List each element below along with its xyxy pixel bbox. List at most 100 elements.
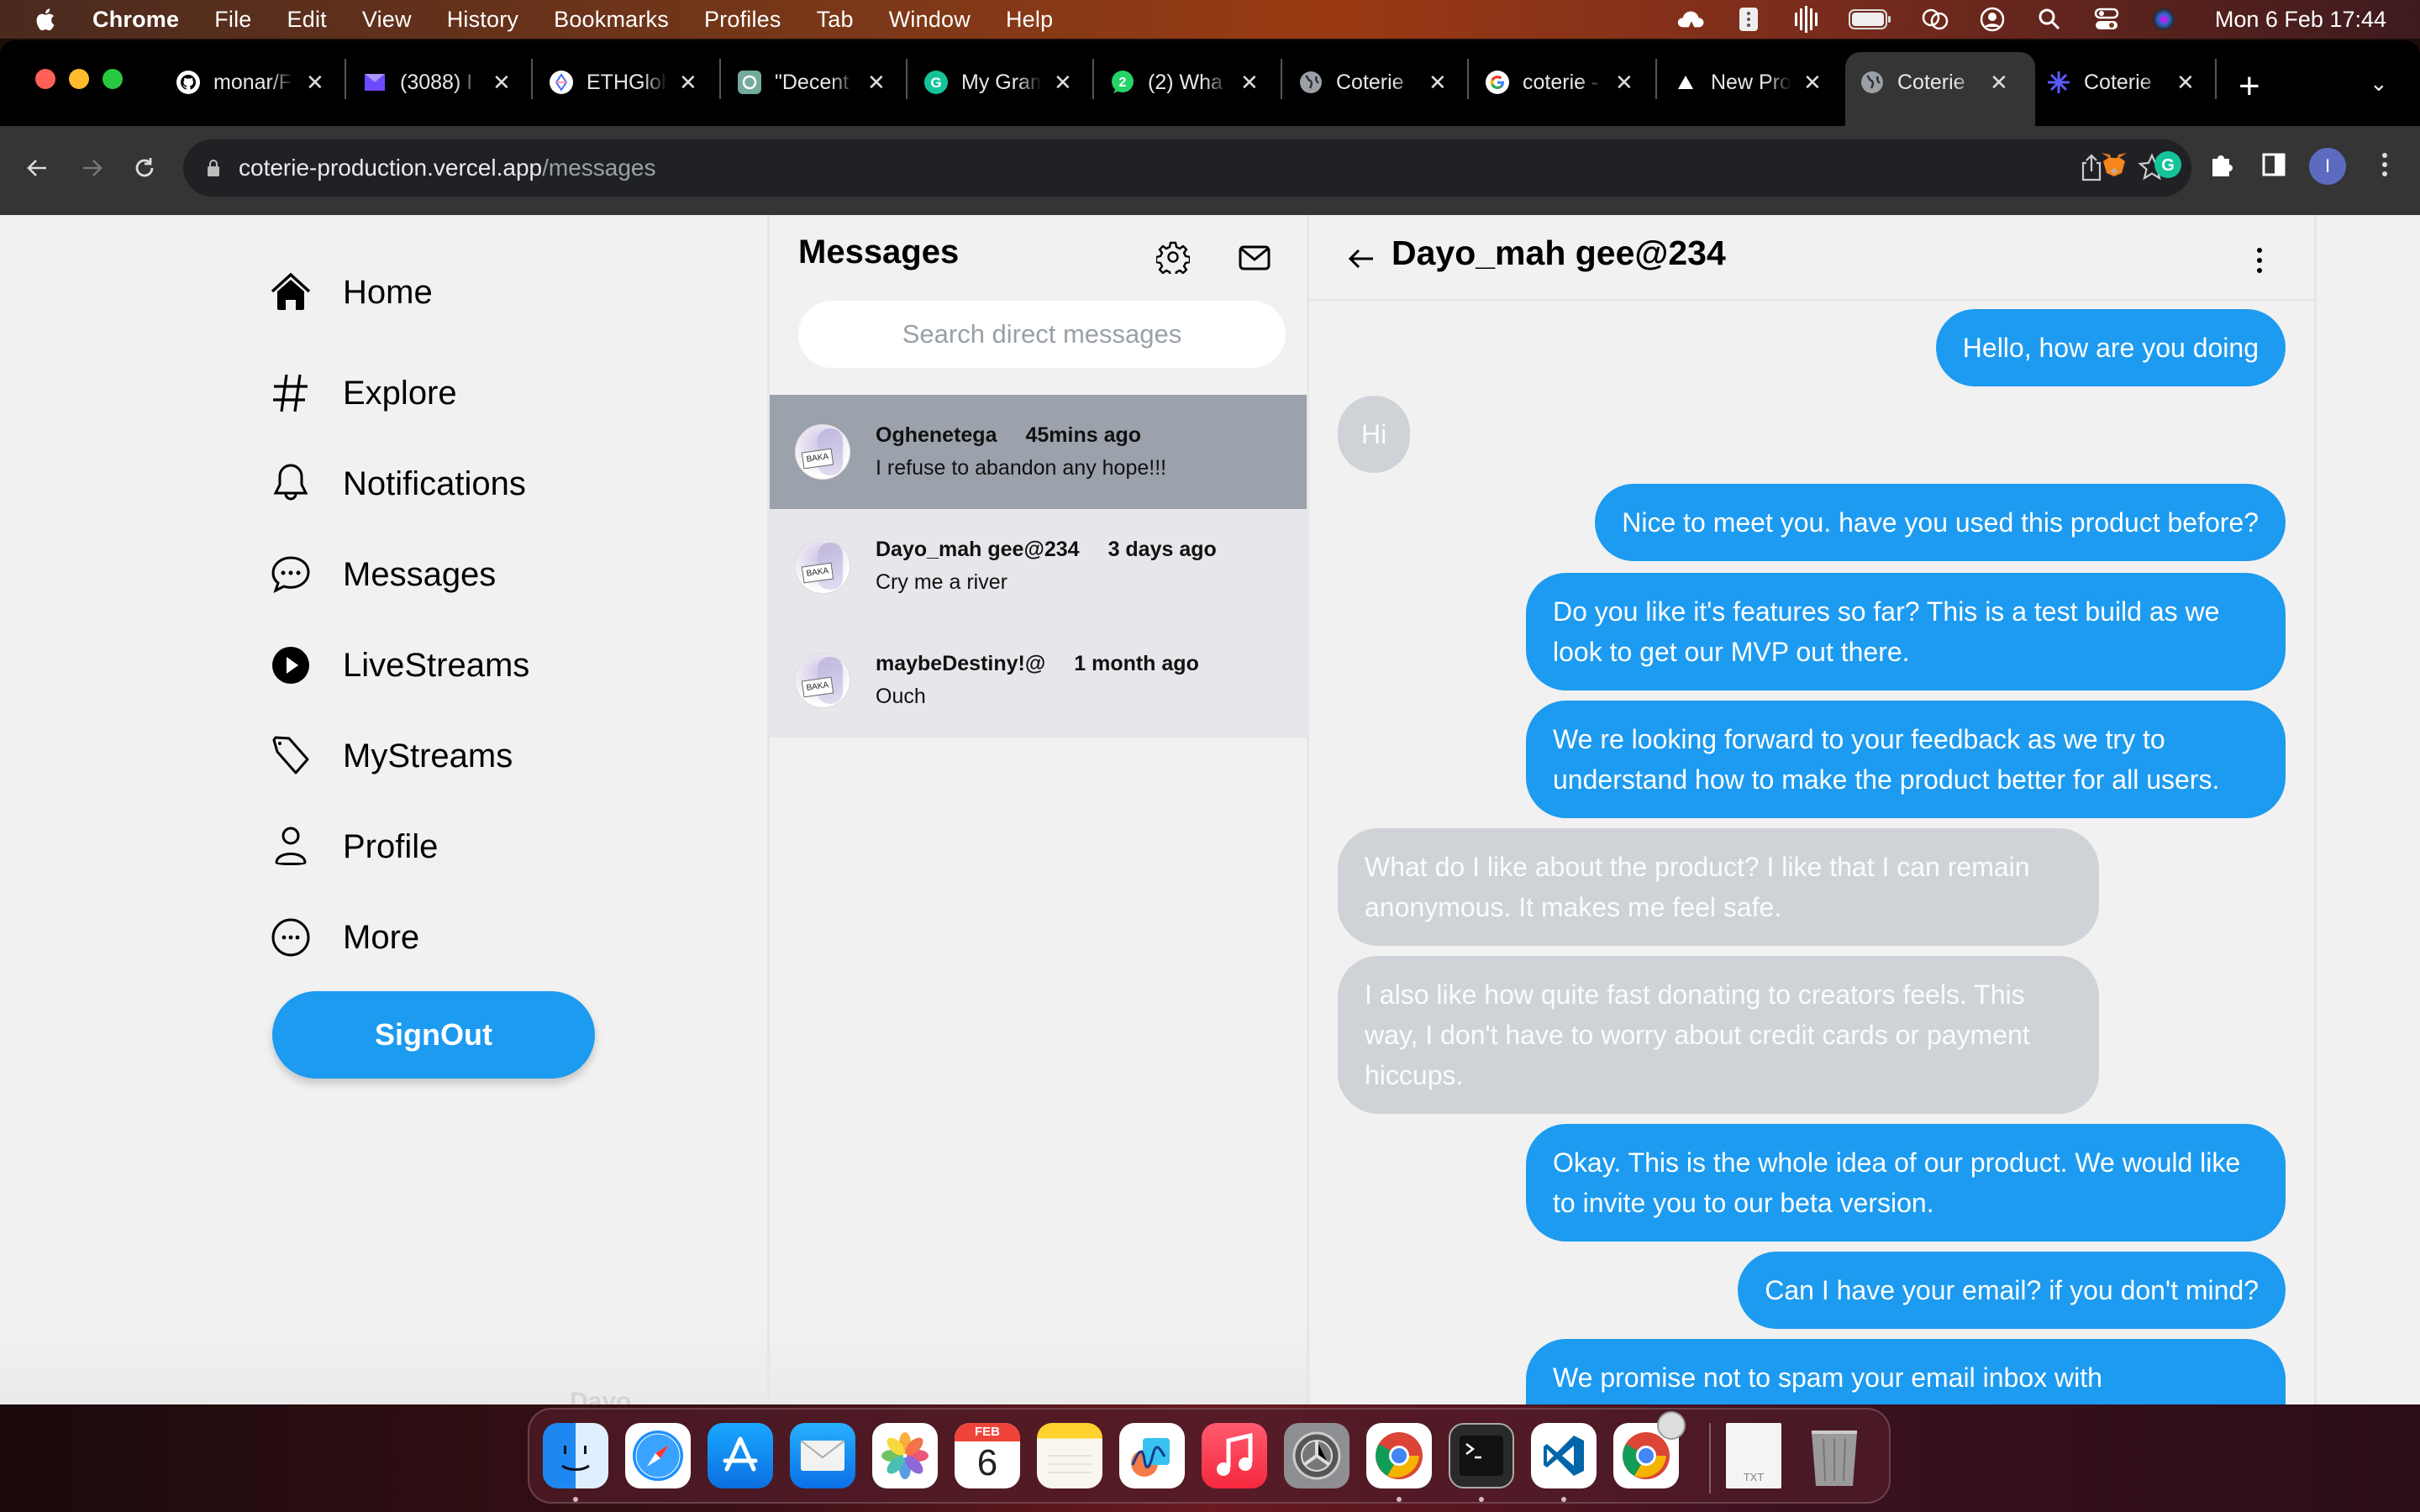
dock-system-settings-icon[interactable] [1284, 1423, 1349, 1488]
tab-vercel[interactable]: New Pro ✕ [1672, 59, 1822, 106]
tab-search-chevron-icon[interactable]: ⌄ [2370, 71, 2388, 97]
tab-google-search[interactable]: coterie - ✕ [1484, 59, 1634, 106]
audio-bars-icon[interactable] [1791, 6, 1820, 33]
tab-coterie-1[interactable]: Coterie ✕ [1297, 59, 1447, 106]
menu-profiles[interactable]: Profiles [704, 7, 781, 33]
dock-photos-icon[interactable] [872, 1423, 938, 1488]
dock-freeform-icon[interactable] [1119, 1423, 1185, 1488]
tab-title: coterie - [1523, 70, 1599, 94]
dock-app-store-icon[interactable] [708, 1423, 773, 1488]
chat-options-kebab-icon[interactable] [2255, 245, 2264, 276]
control-center-icon[interactable] [2092, 7, 2121, 32]
svg-text:G: G [2161, 156, 2175, 175]
menu-history[interactable]: History [447, 7, 518, 33]
close-window-button[interactable] [35, 69, 55, 89]
notch-app-icon[interactable] [1734, 7, 1763, 32]
metamask-extension-icon[interactable] [2097, 148, 2131, 181]
back-arrow-icon[interactable] [1346, 244, 1376, 274]
tab-coterie-active[interactable]: Coterie ✕ [1859, 59, 2008, 106]
reload-button[interactable] [126, 150, 163, 186]
maximize-window-button[interactable] [103, 69, 123, 89]
conversation-item[interactable]: BAKA Dayo_mah gee@234 3 days ago Cry me a… [770, 509, 1307, 623]
close-tab-icon[interactable]: ✕ [867, 70, 886, 96]
menu-bookmarks[interactable]: Bookmarks [554, 7, 669, 33]
close-tab-icon[interactable]: ✕ [1428, 70, 1447, 96]
tab-grammarly[interactable]: G My Gram ✕ [923, 59, 1072, 106]
account-card[interactable]: Dayo 0xa2fe03 [570, 1388, 677, 1404]
new-tab-button[interactable]: + [2238, 66, 2260, 108]
tab-whatsapp[interactable]: 2 (2) Wha ✕ [1109, 59, 1259, 106]
side-panel-icon[interactable] [2257, 148, 2291, 181]
menu-tab[interactable]: Tab [817, 7, 854, 33]
tab-chatgpt[interactable]: "Decent ✕ [736, 59, 886, 106]
dock-trash-icon[interactable] [1802, 1423, 1867, 1488]
spotlight-search-icon[interactable] [2035, 7, 2064, 32]
minimize-window-button[interactable] [69, 69, 89, 89]
dock-chrome-apps-icon[interactable] [1613, 1411, 1686, 1488]
dock-calendar-icon[interactable]: FEB 6 [955, 1423, 1020, 1488]
dock-safari-icon[interactable] [625, 1423, 691, 1488]
dock-notes-icon[interactable] [1037, 1423, 1102, 1488]
dock-mail-icon[interactable] [790, 1423, 855, 1488]
close-tab-icon[interactable]: ✕ [2176, 70, 2195, 96]
menu-view[interactable]: View [362, 7, 412, 33]
sidebar-item-profile[interactable]: Profile [269, 813, 438, 880]
menu-file[interactable]: File [214, 7, 251, 33]
dock-txt-file-icon[interactable]: TXT [1726, 1423, 1781, 1488]
close-tab-icon[interactable]: ✕ [1240, 70, 1259, 96]
close-tab-icon[interactable]: ✕ [492, 70, 511, 96]
new-message-mail-icon[interactable] [1237, 240, 1272, 276]
tag-icon [269, 734, 313, 778]
dock-vscode-icon[interactable] [1531, 1423, 1597, 1488]
siri-icon[interactable] [2149, 7, 2178, 32]
screen-mirroring-icon[interactable] [1921, 7, 1949, 32]
close-tab-icon[interactable]: ✕ [1990, 70, 2008, 96]
tab-coterie-3[interactable]: Coterie ✕ [2045, 59, 2195, 106]
battery-icon[interactable] [1848, 7, 1892, 32]
extensions-puzzle-icon[interactable] [2205, 148, 2238, 181]
tab-proton-mail[interactable]: (3088) I ✕ [361, 59, 511, 106]
grammarly-extension-icon[interactable]: G [2151, 148, 2185, 181]
menu-app-name[interactable]: Chrome [92, 7, 179, 33]
dock-finder-icon[interactable] [543, 1423, 608, 1488]
dock-chrome-icon[interactable] [1366, 1423, 1432, 1488]
address-bar[interactable]: coterie-production.vercel.app/messages [183, 139, 2191, 197]
close-tab-icon[interactable]: ✕ [306, 70, 324, 96]
sidebar-item-explore[interactable]: Explore [269, 360, 457, 427]
menu-help[interactable]: Help [1006, 7, 1053, 33]
settings-gear-icon[interactable] [1155, 240, 1192, 278]
sidebar-item-messages[interactable]: Messages [269, 541, 496, 608]
dock-terminal-icon[interactable] [1449, 1423, 1514, 1488]
menu-edit[interactable]: Edit [287, 7, 327, 33]
conversation-item[interactable]: BAKA maybeDestiny!@ 1 month ago Ouch [770, 623, 1307, 738]
signout-button[interactable]: SignOut [272, 991, 595, 1079]
chrome-menu-kebab-icon[interactable] [2368, 148, 2402, 181]
tab-title: Coterie [1897, 70, 1965, 94]
apple-logo-icon[interactable] [34, 7, 55, 32]
lock-icon[interactable] [207, 159, 220, 177]
close-tab-icon[interactable]: ✕ [1054, 70, 1072, 96]
sidebar-item-more[interactable]: More [269, 904, 419, 971]
menubar-clock[interactable]: Mon 6 Feb 17:44 [2215, 7, 2386, 33]
tab-ethglobal[interactable]: ETHGlob ✕ [548, 59, 697, 106]
tab-github[interactable]: monar/F ✕ [175, 59, 324, 106]
sidebar-item-livestreams[interactable]: LiveStreams [269, 632, 529, 699]
url-text[interactable]: coterie-production.vercel.app/messages [239, 155, 656, 181]
dock-music-icon[interactable] [1202, 1423, 1267, 1488]
file-type-label: TXT [1743, 1471, 1765, 1483]
menu-window[interactable]: Window [889, 7, 971, 33]
back-button[interactable] [18, 150, 55, 186]
conversation-preview: Ouch [876, 685, 926, 708]
search-direct-messages-input[interactable] [798, 301, 1286, 368]
sidebar-item-notifications[interactable]: Notifications [269, 450, 526, 517]
close-tab-icon[interactable]: ✕ [1615, 70, 1634, 96]
user-account-icon[interactable] [1978, 7, 2007, 32]
close-tab-icon[interactable]: ✕ [679, 70, 697, 96]
conversation-item[interactable]: BAKA Oghenetega 45mins ago I refuse to ab… [770, 395, 1307, 509]
sidebar-item-home[interactable]: Home [269, 259, 433, 326]
close-tab-icon[interactable]: ✕ [1803, 70, 1822, 96]
forward-button[interactable] [74, 150, 111, 186]
profile-avatar[interactable]: I [2309, 148, 2346, 185]
sidebar-item-mystreams[interactable]: MyStreams [269, 722, 513, 790]
creative-cloud-icon[interactable] [1677, 7, 1706, 32]
